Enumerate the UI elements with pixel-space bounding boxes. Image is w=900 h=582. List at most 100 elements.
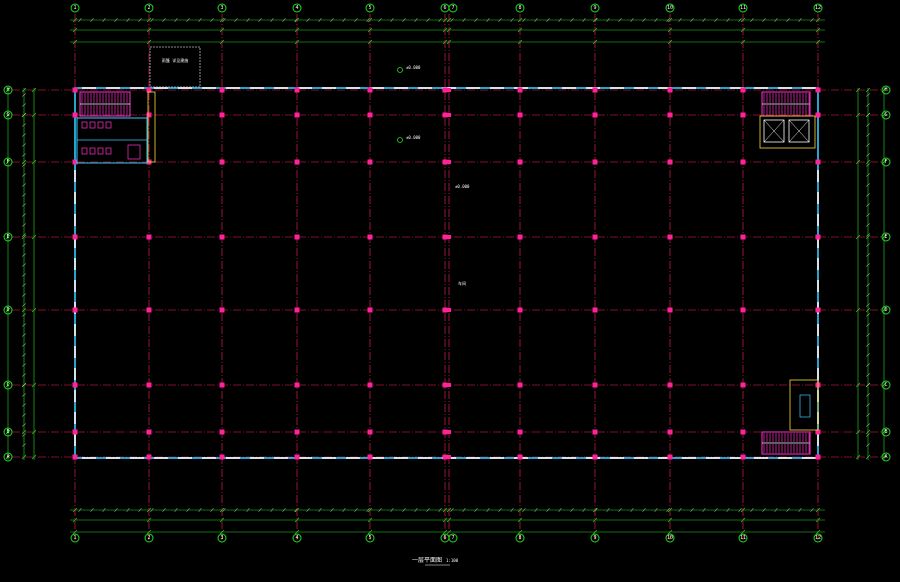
toilet-fixture (105, 147, 112, 155)
column (517, 429, 523, 435)
axis-bubble-label: 10 (667, 5, 673, 11)
column (447, 383, 451, 387)
axis-bubble-label: 9 (593, 5, 596, 11)
column (517, 234, 523, 240)
axis-bubble-label: 8 (518, 5, 521, 11)
column (442, 234, 448, 240)
column (72, 454, 78, 460)
column (219, 454, 225, 460)
toilet-fixture (81, 147, 88, 155)
column (667, 454, 673, 460)
bottom-right-room (789, 379, 819, 431)
canopy-annotation: 雨篷 详见建施 (149, 46, 201, 88)
column (367, 112, 373, 118)
column (815, 87, 821, 93)
column (592, 112, 598, 118)
column (740, 429, 746, 435)
column (146, 307, 152, 313)
column (294, 87, 300, 93)
column (517, 87, 523, 93)
axis-bubble-label: 5 (368, 535, 371, 541)
column (667, 112, 673, 118)
column (219, 112, 225, 118)
service-room-left (76, 117, 148, 164)
column (447, 160, 451, 164)
column (72, 382, 78, 388)
column (72, 429, 78, 435)
toilet-fixture (97, 147, 104, 155)
toilet-fixture (105, 121, 112, 129)
elevator-lobby (759, 115, 816, 149)
drawing-title: 一层平面图 (412, 557, 442, 564)
column (294, 454, 300, 460)
column (294, 307, 300, 313)
axis-bubble-label: G (884, 112, 887, 118)
column (219, 307, 225, 313)
column (815, 454, 821, 460)
column (740, 159, 746, 165)
column (367, 307, 373, 313)
axis-bubble-label: 7 (451, 535, 454, 541)
column (592, 307, 598, 313)
column (294, 234, 300, 240)
column (146, 454, 152, 460)
column (367, 429, 373, 435)
column (294, 382, 300, 388)
axis-bubble-label: A (6, 454, 9, 460)
axis-grid (12, 14, 886, 540)
elevation-label-2: ±0.000 (406, 135, 421, 140)
toilet-fixture (81, 121, 88, 129)
column (447, 308, 451, 312)
column (146, 234, 152, 240)
axis-bubble-label: 12 (815, 535, 821, 541)
axis-bubble-label: 6 (443, 5, 446, 11)
column (447, 235, 451, 239)
axis-bubble-label: D (6, 307, 9, 313)
column (442, 429, 448, 435)
core-rooms (76, 91, 819, 455)
axis-bubble-label: 6 (443, 535, 446, 541)
axis-bubble-label: 4 (295, 5, 298, 11)
column (592, 234, 598, 240)
column (740, 112, 746, 118)
column (72, 112, 78, 118)
column (219, 159, 225, 165)
column (72, 234, 78, 240)
columns (72, 87, 821, 460)
column (667, 382, 673, 388)
axis-bubble-label: C (6, 382, 9, 388)
column (367, 87, 373, 93)
column (219, 87, 225, 93)
axis-bubble-label: F (6, 159, 9, 165)
column (447, 430, 451, 434)
column (667, 87, 673, 93)
exterior-walls (74, 87, 819, 459)
column (447, 88, 451, 92)
axis-bubble-label: 2 (147, 535, 150, 541)
column (447, 455, 451, 459)
axis-bubble-label: B (6, 429, 9, 435)
column (219, 382, 225, 388)
axis-bubble-label: G (6, 112, 9, 118)
elevation-label-1: ±0.000 (406, 65, 421, 70)
column (146, 429, 152, 435)
axis-bubble-label: D (884, 307, 887, 313)
axis-bubble-label: 7 (451, 5, 454, 11)
center-elevation: ±0.000 (455, 184, 470, 189)
column (72, 87, 78, 93)
column (592, 87, 598, 93)
toilet-fixture (97, 121, 104, 129)
drawing-scale: 1:100 (446, 558, 459, 563)
column (667, 234, 673, 240)
column (294, 159, 300, 165)
column (367, 454, 373, 460)
column (146, 112, 152, 118)
column (442, 307, 448, 313)
canopy-label: 雨篷 详见建施 (162, 57, 188, 63)
column (367, 382, 373, 388)
axis-bubble-label: 9 (593, 535, 596, 541)
column (517, 454, 523, 460)
column (740, 234, 746, 240)
column (294, 112, 300, 118)
column (517, 307, 523, 313)
